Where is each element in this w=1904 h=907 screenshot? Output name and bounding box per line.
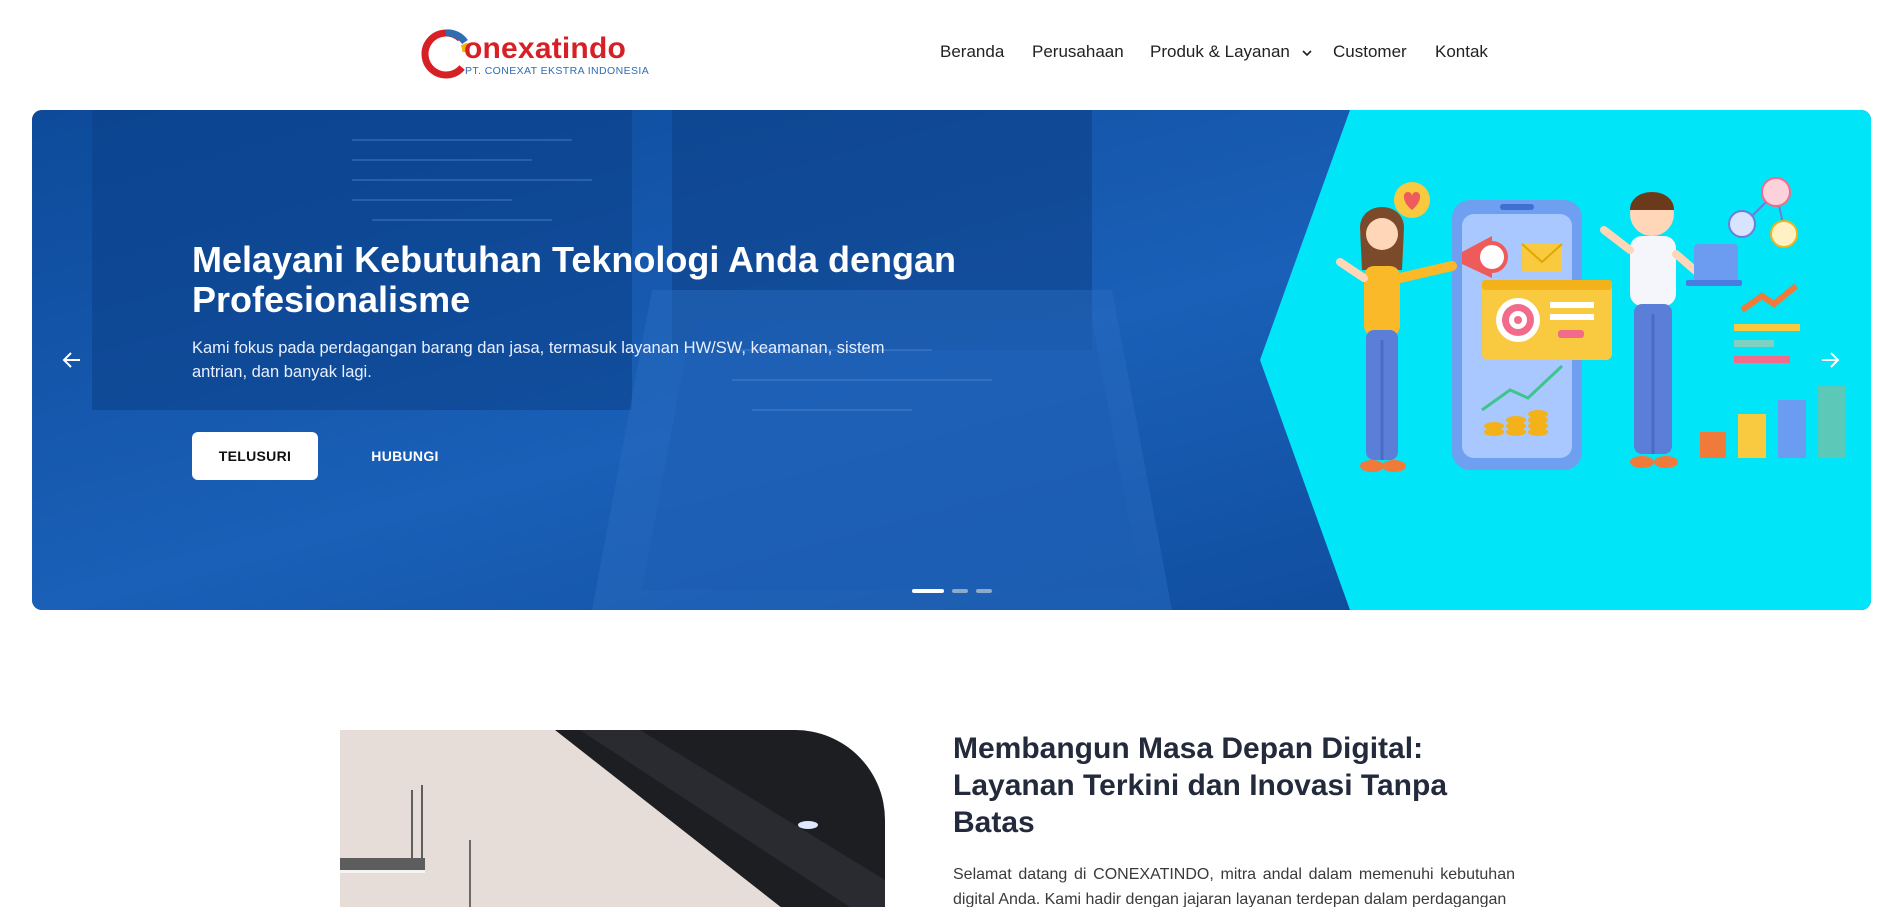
nav-item-produk-layanan[interactable]: Produk & Layanan: [1150, 42, 1313, 62]
about-title: Membangun Masa Depan Digital: Layanan Te…: [953, 732, 1448, 839]
about-text: Selamat datang di CONEXATINDO, mitra and…: [953, 866, 1515, 907]
hero-slider: Melayani Kebutuhan Teknologi Anda dengan…: [32, 110, 1871, 610]
slider-dot-2[interactable]: [952, 589, 968, 593]
telusuri-button[interactable]: TELUSURI: [192, 432, 318, 480]
hero-title: Melayani Kebutuhan Teknologi Anda dengan…: [192, 239, 957, 320]
marketing-illustration: [1336, 177, 1846, 472]
office-image: [340, 730, 885, 907]
brand-name: onexatindo: [464, 32, 627, 65]
nav-item-perusahaan[interactable]: Perusahaan: [1032, 42, 1124, 62]
brand-tagline: PT. CONEXAT EKSTRA INDONESIA: [465, 65, 650, 77]
slider-dot-1[interactable]: [912, 589, 944, 593]
hero-description: Kami fokus pada perdagangan barang dan j…: [192, 339, 885, 381]
site-header: onexatindo PT. CONEXAT EKSTRA INDONESIA …: [0, 0, 1904, 108]
slider-dot-3[interactable]: [976, 589, 992, 593]
nav-item-produk-layanan-label: Produk & Layanan: [1150, 42, 1290, 61]
brand-logo[interactable]: onexatindo PT. CONEXAT EKSTRA INDONESIA: [420, 28, 660, 82]
hubungi-button[interactable]: HUBUNGI: [350, 432, 460, 480]
slider-prev-button[interactable]: [54, 342, 90, 378]
nav-item-kontak[interactable]: Kontak: [1435, 42, 1488, 62]
arrow-right-icon: [1822, 352, 1840, 368]
chevron-down-icon: [1302, 49, 1312, 56]
office-photo: [340, 730, 885, 907]
nav-item-beranda[interactable]: Beranda: [940, 42, 1004, 62]
nav-item-customer[interactable]: Customer: [1333, 42, 1407, 62]
arrow-left-icon: [62, 352, 80, 368]
slider-next-button[interactable]: [1812, 342, 1848, 378]
